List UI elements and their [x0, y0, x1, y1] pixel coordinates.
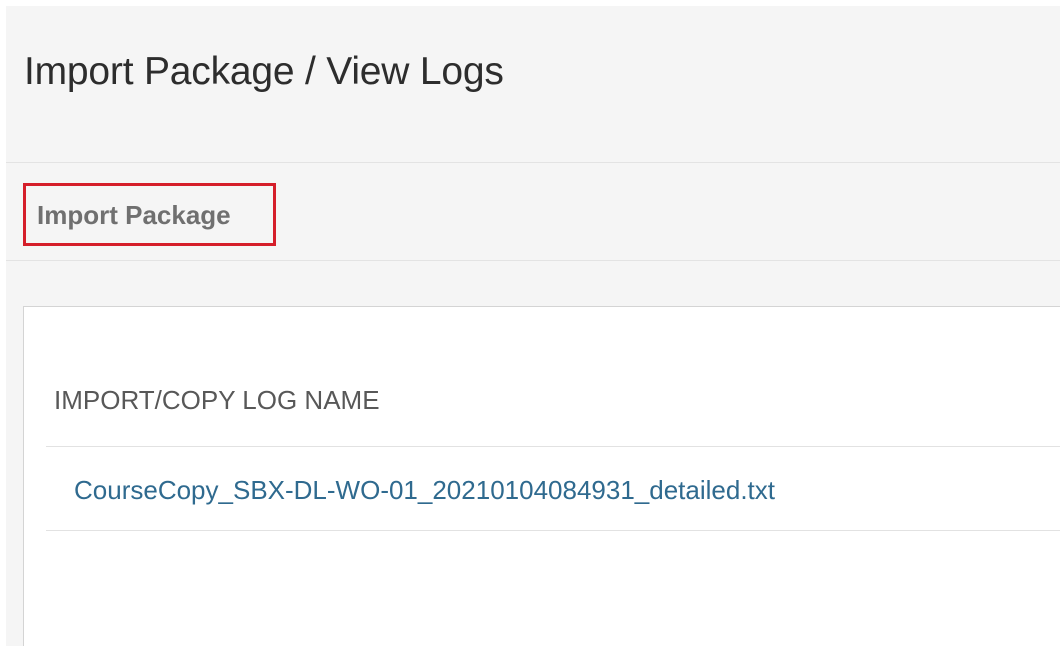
logs-panel: IMPORT/COPY LOG NAME CourseCopy_SBX-DL-W…: [23, 306, 1060, 646]
action-bar: Import Package: [6, 163, 1060, 261]
column-header-log-name: IMPORT/COPY LOG NAME: [54, 385, 380, 415]
header-divider: [46, 446, 1060, 447]
page-title: Import Package / View Logs: [24, 50, 504, 93]
import-package-button[interactable]: Import Package: [23, 183, 276, 246]
row-divider: [46, 530, 1060, 531]
log-file-link[interactable]: CourseCopy_SBX-DL-WO-01_20210104084931_d…: [74, 475, 775, 506]
page: Import Package / View Logs Import Packag…: [6, 6, 1060, 646]
page-header: Import Package / View Logs: [6, 6, 1060, 163]
